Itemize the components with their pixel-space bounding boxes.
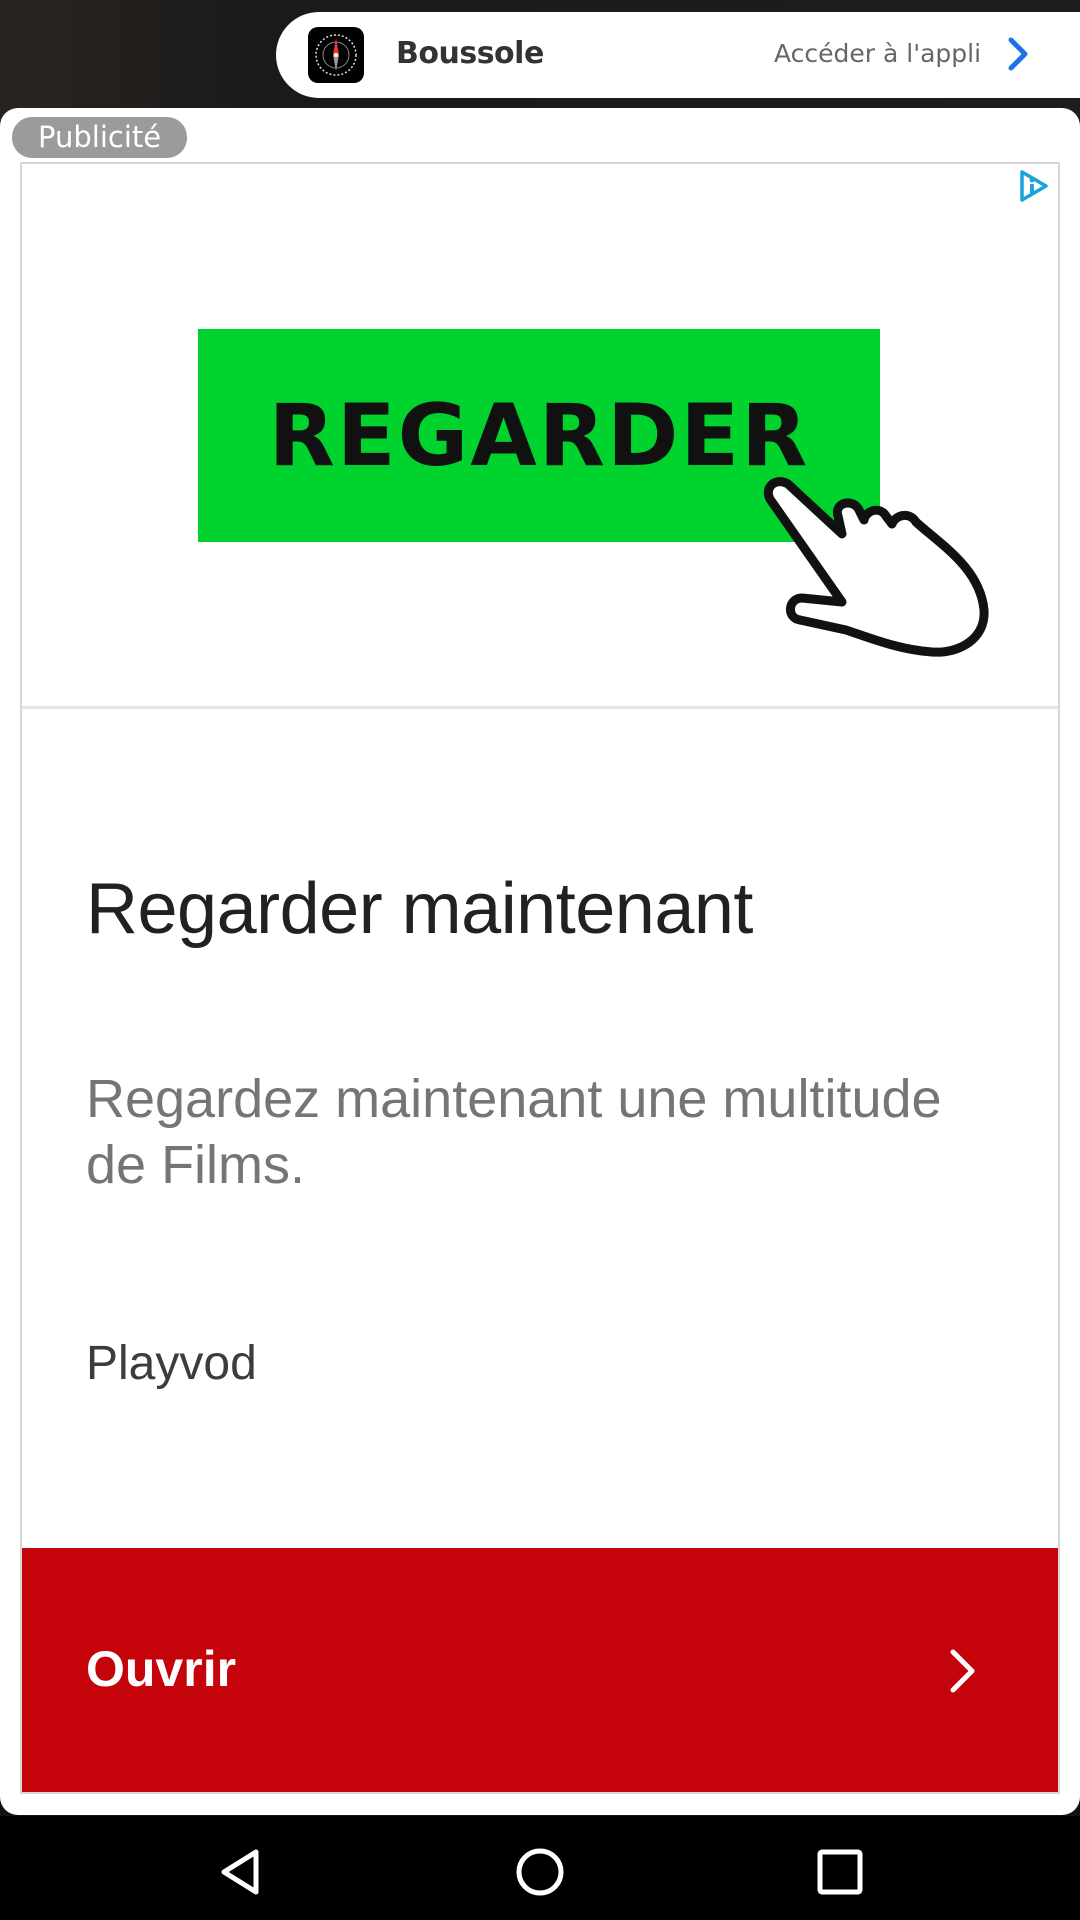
chevron-right-icon [950, 1649, 975, 1693]
open-app-link[interactable]: Accéder à l'appli [774, 39, 981, 68]
adchoices-icon[interactable] [1016, 168, 1052, 204]
ad-label: Publicité [12, 117, 188, 158]
system-navigation-bar [0, 1816, 1080, 1920]
ad-headline[interactable]: Regarder maintenant [86, 868, 753, 950]
advertiser-name: Playvod [86, 1337, 257, 1390]
hero-button-label: REGARDER [268, 385, 810, 486]
home-icon[interactable] [514, 1846, 566, 1898]
recents-icon[interactable] [816, 1848, 864, 1896]
open-button-label: Ouvrir [86, 1641, 237, 1697]
app-banner[interactable]: Boussole Accéder à l'appli [276, 12, 1080, 98]
app-name: Boussole [396, 36, 544, 71]
chevron-right-icon[interactable] [1002, 34, 1032, 74]
pointing-hand-icon [763, 477, 989, 657]
ad-body: Regardez maintenant une multitude de Fil… [86, 1069, 942, 1195]
hero-divider [22, 706, 1058, 709]
open-button[interactable]: Ouvrir [22, 1548, 1058, 1792]
back-icon[interactable] [216, 1846, 264, 1898]
compass-icon [308, 27, 364, 83]
